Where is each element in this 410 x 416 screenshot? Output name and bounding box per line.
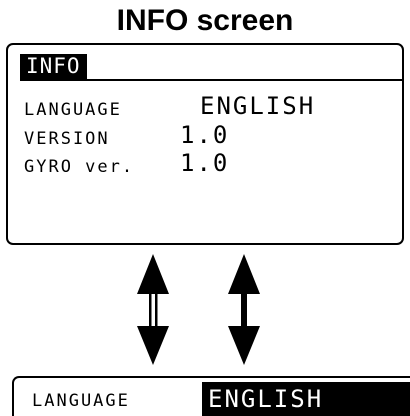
info-lcd-screen: INFO LANGUAGE ENGLISH VERSION 1.0 GYRO v…: [6, 43, 404, 245]
row-value: ENGLISH: [200, 92, 316, 120]
lcd-header-bar: INFO: [20, 54, 402, 81]
lcd-header-label: INFO: [20, 54, 87, 79]
double-line-up-down-arrow-icon: [137, 254, 169, 365]
row-value: 1.0: [180, 121, 230, 149]
language-label: LANGUAGE: [32, 391, 130, 411]
row-label: VERSION: [24, 129, 110, 149]
page-title: INFO screen: [116, 4, 294, 37]
navigation-arrows: [137, 254, 260, 365]
row-value: 1.0: [180, 149, 230, 177]
up-down-arrow-icon: [228, 254, 260, 365]
language-value-selected[interactable]: ENGLISH: [202, 382, 410, 416]
language-edit-screen: LANGUAGE ENGLISH: [12, 376, 410, 416]
row-label: LANGUAGE: [24, 100, 122, 120]
row-label: GYRO ver.: [24, 157, 135, 177]
